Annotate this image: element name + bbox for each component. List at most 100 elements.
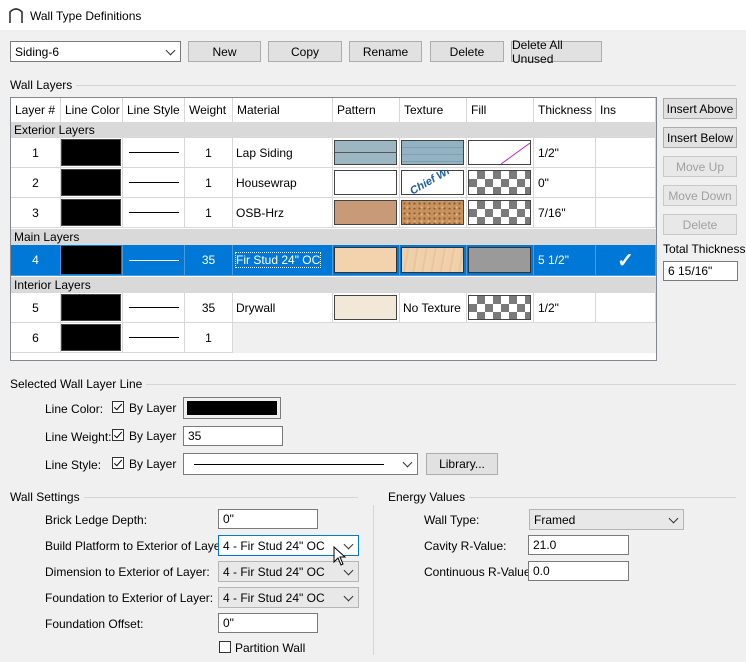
empty-row-area <box>233 323 656 353</box>
cell-line-color[interactable] <box>61 293 123 323</box>
cell-fill[interactable] <box>467 245 534 276</box>
delete-layer-button[interactable]: Delete <box>663 214 737 235</box>
pattern-swatch <box>334 200 397 225</box>
brick-ledge-field[interactable]: 0" <box>218 509 318 529</box>
wall-type-value: Siding-6 <box>15 44 60 59</box>
line-style-select[interactable] <box>183 453 418 475</box>
total-thickness-field[interactable]: 6 15/16" <box>663 261 738 281</box>
cell-ins[interactable] <box>596 293 656 323</box>
foundation-select[interactable]: 4 - Fir Stud 24" OC <box>218 587 359 608</box>
cell-texture[interactable] <box>400 138 467 168</box>
col-ins[interactable]: Ins <box>596 98 656 123</box>
cell-line-color[interactable] <box>61 245 123 276</box>
cell-pattern[interactable] <box>333 245 400 276</box>
table-row[interactable]: 2 1 Housewrap Chief Wr 0" <box>11 168 656 198</box>
texture-swatch <box>401 200 464 225</box>
line-color-swatch <box>61 139 121 166</box>
cell-line-color[interactable] <box>61 168 123 198</box>
col-weight[interactable]: Weight <box>185 98 233 123</box>
cell-line-style[interactable] <box>123 198 185 228</box>
cell-thickness: 5 1/2" <box>534 245 596 276</box>
col-fill[interactable]: Fill <box>467 98 534 123</box>
line-style-sample <box>129 152 179 153</box>
line-color-bylayer-checkbox[interactable] <box>112 401 124 413</box>
delete-button[interactable]: Delete <box>430 41 504 62</box>
cell-material[interactable]: Fir Stud 24" OC <box>233 245 333 276</box>
cell-weight: 1 <box>185 138 233 168</box>
cell-line-color[interactable] <box>61 323 123 353</box>
pattern-swatch <box>334 295 397 320</box>
foundation-offset-field[interactable]: 0" <box>218 613 318 633</box>
cell-material[interactable]: OSB-Hrz <box>233 198 333 228</box>
col-line-style[interactable]: Line Style <box>123 98 185 123</box>
cell-line-style[interactable] <box>123 323 185 353</box>
delete-all-unused-button[interactable]: Delete All Unused <box>511 38 602 66</box>
brick-ledge-label: Brick Ledge Depth: <box>45 513 148 527</box>
energy-wall-type-select[interactable]: Framed <box>529 509 684 530</box>
cell-texture[interactable]: No Texture <box>400 293 467 323</box>
cell-ins[interactable] <box>596 198 656 228</box>
cell-line-color[interactable] <box>61 198 123 228</box>
cell-material[interactable]: Housewrap <box>233 168 333 198</box>
line-color-swatch <box>187 401 277 415</box>
col-line-color[interactable]: Line Color <box>61 98 123 123</box>
cell-texture[interactable] <box>400 198 467 228</box>
insert-above-button[interactable]: Insert Above <box>663 98 737 119</box>
window-title: Wall Type Definitions <box>30 9 142 23</box>
table-row[interactable]: 1 1 Lap Siding 1/2" <box>11 138 656 168</box>
cell-ins[interactable]: ✓ <box>596 245 656 276</box>
cell-line-style[interactable] <box>123 245 185 276</box>
library-button[interactable]: Library... <box>426 453 498 475</box>
col-texture[interactable]: Texture <box>400 98 467 123</box>
move-up-button[interactable]: Move Up <box>663 156 737 177</box>
line-style-bylayer-checkbox[interactable] <box>112 457 124 469</box>
cell-ins[interactable] <box>596 168 656 198</box>
siding-line <box>335 152 397 153</box>
energy-title: Energy Values <box>388 490 470 504</box>
copy-button[interactable]: Copy <box>268 41 342 62</box>
cell-fill[interactable] <box>467 293 534 323</box>
cell-material[interactable]: Lap Siding <box>233 138 333 168</box>
col-thickness[interactable]: Thickness <box>534 98 596 123</box>
rename-button[interactable]: Rename <box>349 41 422 62</box>
new-button[interactable]: New <box>188 41 261 62</box>
cell-fill[interactable] <box>467 168 534 198</box>
chief-architect-logo-icon <box>9 8 23 23</box>
table-row[interactable]: 3 1 OSB-Hrz 7/16" <box>11 198 656 228</box>
cell-pattern[interactable] <box>333 293 400 323</box>
cell-pattern[interactable] <box>333 198 400 228</box>
col-layer-num[interactable]: Layer # <box>11 98 61 123</box>
cell-pattern[interactable] <box>333 138 400 168</box>
chevron-down-icon <box>343 591 354 601</box>
col-pattern[interactable]: Pattern <box>333 98 400 123</box>
cell-fill[interactable] <box>467 198 534 228</box>
cell-line-color[interactable] <box>61 138 123 168</box>
move-down-button[interactable]: Move Down <box>663 185 737 206</box>
continuous-r-value-field[interactable]: 0.0 <box>528 561 629 581</box>
table-row-selected[interactable]: 4 35 Fir Stud 24" OC 5 1/2" ✓ <box>11 245 656 276</box>
line-color-swatch-button[interactable] <box>183 397 281 419</box>
cell-pattern[interactable] <box>333 168 400 198</box>
cell-line-style[interactable] <box>123 168 185 198</box>
line-weight-bylayer-checkbox[interactable] <box>112 429 124 441</box>
line-color-swatch <box>61 199 121 226</box>
cell-texture[interactable]: Chief Wr <box>400 168 467 198</box>
partition-wall-label: Partition Wall <box>235 641 306 655</box>
line-weight-field[interactable]: 35 <box>183 426 283 446</box>
line-color-swatch <box>61 246 121 274</box>
insert-below-button[interactable]: Insert Below <box>663 127 737 148</box>
table-row[interactable]: 6 1 <box>11 323 656 353</box>
table-row[interactable]: 5 35 Drywall No Texture 1/2" <box>11 293 656 323</box>
cell-material[interactable]: Drywall <box>233 293 333 323</box>
partition-wall-checkbox[interactable] <box>219 641 231 653</box>
cell-texture[interactable] <box>400 245 467 276</box>
line-color-bylayer-label: By Layer <box>129 401 177 415</box>
cell-fill[interactable] <box>467 138 534 168</box>
cell-line-style[interactable] <box>123 138 185 168</box>
cell-thickness: 7/16" <box>534 198 596 228</box>
cell-line-style[interactable] <box>123 293 185 323</box>
wall-type-select[interactable]: Siding-6 <box>10 41 181 62</box>
cell-ins[interactable] <box>596 138 656 168</box>
cavity-r-value-field[interactable]: 21.0 <box>528 535 629 555</box>
col-material[interactable]: Material <box>233 98 333 123</box>
